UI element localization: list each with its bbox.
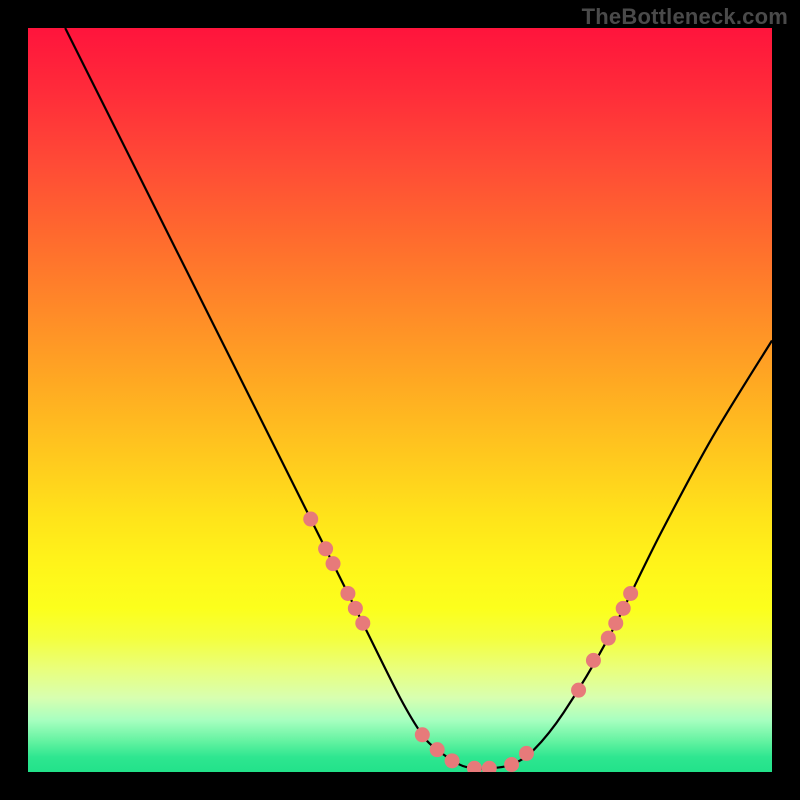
curve-marker-dot xyxy=(445,753,460,768)
curve-marker-dot xyxy=(571,683,586,698)
curve-marker-dot xyxy=(616,601,631,616)
curve-marker-dot xyxy=(519,746,534,761)
curve-marker-dot xyxy=(303,512,318,527)
curve-marker-dot xyxy=(467,761,482,772)
curve-marker-dot xyxy=(482,761,497,772)
chart-frame: TheBottleneck.com xyxy=(0,0,800,800)
curve-marker-dot xyxy=(608,616,623,631)
curve-marker-dot xyxy=(340,586,355,601)
curve-marker-dot xyxy=(623,586,638,601)
curve-marker-dot xyxy=(355,616,370,631)
curve-marker-dot xyxy=(318,541,333,556)
curve-marker-dot xyxy=(504,757,519,772)
watermark-text: TheBottleneck.com xyxy=(582,4,788,30)
curve-marker-dot xyxy=(348,601,363,616)
curve-marker-dot xyxy=(601,631,616,646)
curve-marker-dot xyxy=(326,556,341,571)
plot-area xyxy=(28,28,772,772)
curve-marker-dot xyxy=(586,653,601,668)
curve-marker-dot xyxy=(415,727,430,742)
curve-markers xyxy=(28,28,772,772)
curve-marker-dot xyxy=(430,742,445,757)
